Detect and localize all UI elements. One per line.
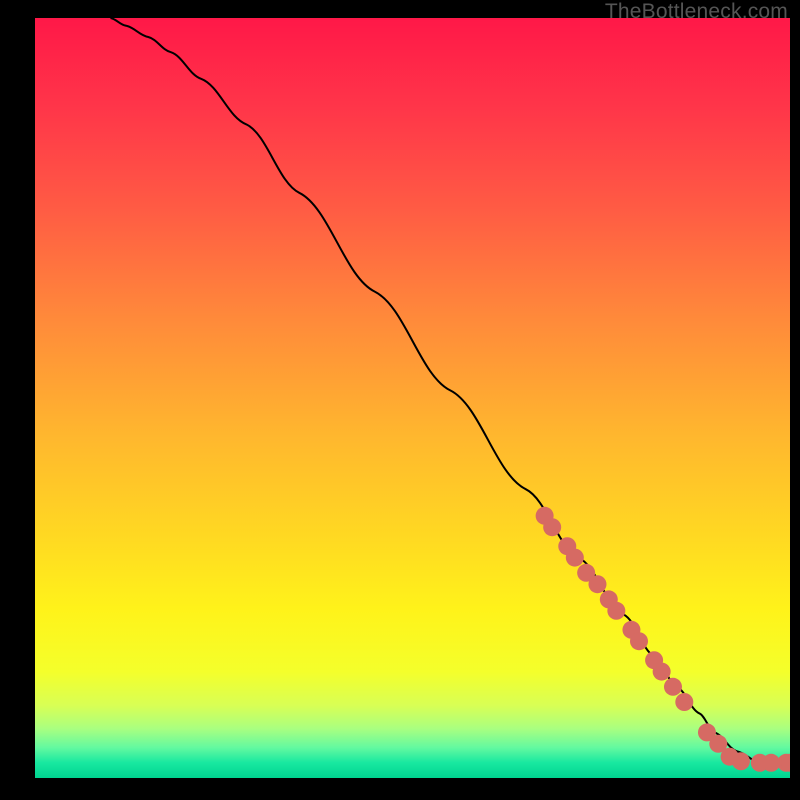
gradient-background — [35, 18, 790, 778]
watermark-text: TheBottleneck.com — [605, 0, 788, 24]
plot-area — [35, 18, 790, 778]
data-point — [607, 602, 625, 620]
data-point — [543, 518, 561, 536]
data-point — [566, 549, 584, 567]
data-point — [664, 678, 682, 696]
chart-frame: TheBottleneck.com — [0, 0, 800, 800]
data-point — [630, 632, 648, 650]
data-point — [675, 693, 693, 711]
chart-svg — [35, 18, 790, 778]
data-point — [732, 752, 750, 770]
data-point — [653, 663, 671, 681]
data-point — [588, 575, 606, 593]
